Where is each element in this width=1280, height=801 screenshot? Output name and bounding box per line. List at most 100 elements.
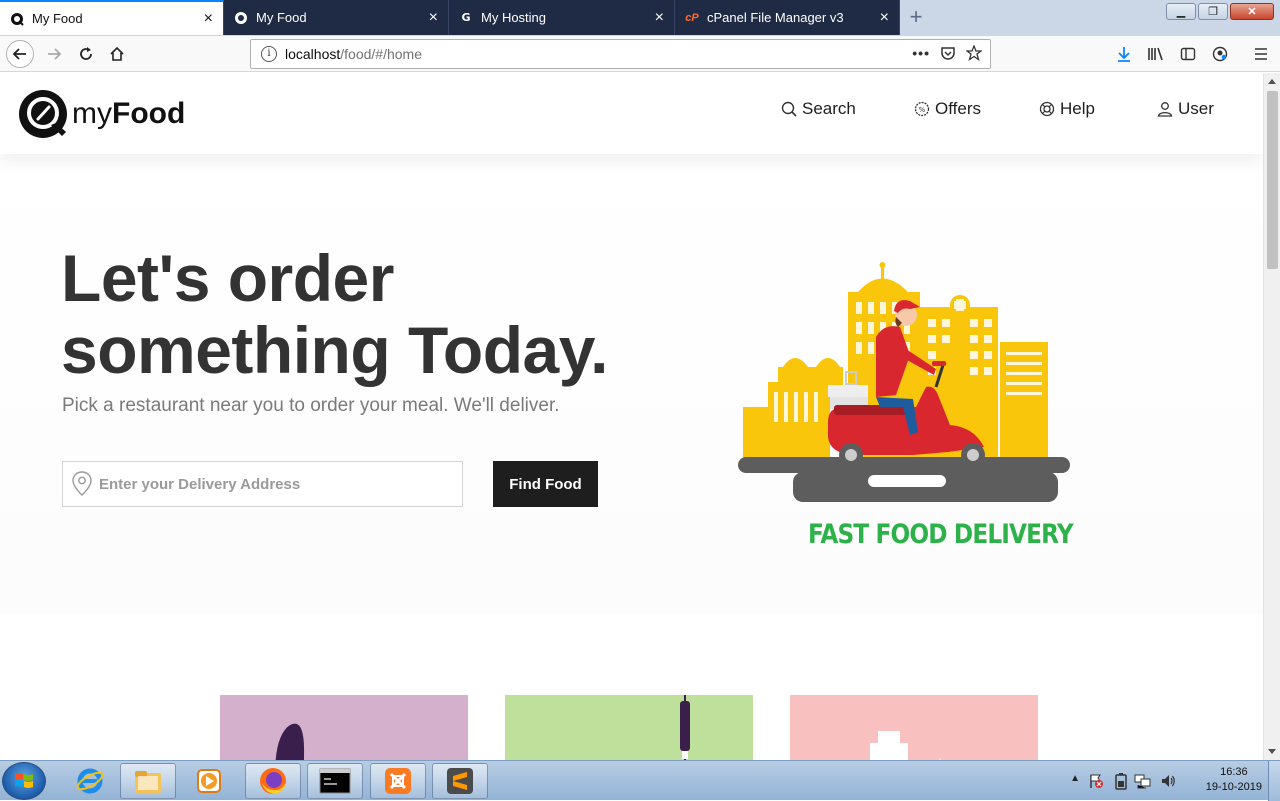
window-controls: ▁ ❐ ✕ bbox=[1166, 3, 1274, 21]
hero-section: Let's order something Today. Pick a rest… bbox=[0, 154, 1263, 614]
scroll-up-icon[interactable] bbox=[1268, 79, 1276, 84]
browser-toolbar: i localhost/food/#/home ••• bbox=[0, 36, 1280, 72]
internet-explorer-icon bbox=[76, 768, 104, 794]
taskbar-xampp[interactable] bbox=[370, 763, 426, 799]
close-window-button[interactable]: ✕ bbox=[1230, 3, 1274, 20]
location-pin-icon bbox=[72, 471, 92, 496]
site-header: myFood Search % Offers Help User bbox=[0, 73, 1263, 154]
show-hidden-icons-icon[interactable]: ▲ bbox=[1070, 773, 1080, 784]
illustration-caption: FAST FOOD DELIVERY bbox=[808, 519, 1074, 550]
nav-user-label: User bbox=[1178, 99, 1214, 118]
forward-arrow-icon bbox=[48, 48, 62, 60]
logo-light-text: my bbox=[72, 97, 112, 130]
taskbar-sublime-text[interactable] bbox=[432, 763, 488, 799]
new-tab-button[interactable]: + bbox=[903, 4, 929, 30]
home-icon bbox=[110, 46, 124, 61]
windows-taskbar: ▲ 16:36 19-10-2019 bbox=[0, 760, 1280, 801]
page-scrollbar[interactable] bbox=[1263, 73, 1280, 760]
back-button[interactable] bbox=[6, 40, 34, 68]
tab-my-hosting[interactable]: G My Hosting × bbox=[449, 0, 675, 35]
nav-help[interactable]: Help bbox=[1039, 99, 1095, 119]
taskbar-internet-explorer[interactable] bbox=[62, 763, 118, 799]
taskbar-command-prompt[interactable] bbox=[307, 763, 363, 799]
myfood-favicon-icon bbox=[234, 11, 248, 25]
cake-icon bbox=[870, 731, 941, 760]
browser-tab-strip: My Food × My Food × G My Hosting × cP cP… bbox=[0, 0, 1280, 36]
delivery-address-field[interactable] bbox=[62, 461, 463, 507]
menu-button[interactable] bbox=[1247, 40, 1275, 68]
back-arrow-icon bbox=[12, 48, 26, 60]
delivery-address-input[interactable] bbox=[99, 475, 439, 493]
tab-title: My Food bbox=[32, 11, 83, 26]
taskbar-firefox[interactable] bbox=[245, 763, 301, 799]
user-icon bbox=[1157, 102, 1173, 117]
eggplant-icon bbox=[275, 723, 305, 760]
taskbar-media-player[interactable] bbox=[181, 763, 237, 799]
download-icon bbox=[1118, 47, 1130, 62]
maximize-button[interactable]: ❐ bbox=[1198, 3, 1228, 20]
downloads-button[interactable] bbox=[1110, 40, 1138, 68]
search-icon bbox=[781, 101, 797, 117]
nav-user[interactable]: User bbox=[1157, 99, 1214, 119]
library-icon bbox=[1148, 47, 1163, 61]
headline-line-2: something Today. bbox=[61, 313, 608, 387]
sidebar-icon bbox=[1180, 47, 1196, 61]
scrollbar-thumb[interactable] bbox=[1267, 91, 1278, 269]
hamburger-menu-icon bbox=[1255, 48, 1267, 60]
reload-button[interactable] bbox=[72, 40, 100, 68]
pocket-icon[interactable] bbox=[940, 45, 956, 64]
close-tab-icon[interactable]: × bbox=[429, 9, 438, 26]
svg-text:%: % bbox=[919, 106, 926, 114]
skewer-icon bbox=[680, 695, 690, 760]
find-food-button[interactable]: Find Food bbox=[493, 461, 598, 507]
nav-search-label: Search bbox=[802, 99, 856, 118]
sidebar-button[interactable] bbox=[1174, 40, 1202, 68]
tab-cpanel[interactable]: cP cPanel File Manager v3 × bbox=[675, 0, 900, 35]
tab-my-food-active[interactable]: My Food × bbox=[0, 0, 224, 35]
sublime-text-icon bbox=[447, 768, 473, 794]
account-icon bbox=[1212, 46, 1228, 62]
url-path: /food/#/home bbox=[340, 46, 422, 62]
nav-search[interactable]: Search bbox=[781, 99, 856, 119]
nav-offers[interactable]: % Offers bbox=[914, 99, 981, 119]
food-card-3[interactable] bbox=[790, 695, 1038, 760]
page-viewport: myFood Search % Offers Help User Let's o… bbox=[0, 73, 1263, 760]
tab-title: My Hosting bbox=[481, 10, 547, 25]
logo-bold-text: Food bbox=[112, 97, 186, 130]
battery-icon[interactable] bbox=[1114, 772, 1128, 790]
lifebuoy-icon bbox=[1039, 101, 1055, 117]
show-desktop-button[interactable] bbox=[1268, 761, 1280, 801]
volume-icon[interactable] bbox=[1160, 773, 1176, 789]
minimize-button[interactable]: ▁ bbox=[1166, 3, 1196, 20]
clock-time: 16:36 bbox=[1220, 766, 1248, 778]
site-info-icon[interactable]: i bbox=[261, 46, 277, 62]
action-center-flag-icon[interactable] bbox=[1088, 773, 1104, 789]
firefox-icon bbox=[260, 768, 286, 794]
home-button[interactable] bbox=[103, 40, 131, 68]
close-tab-icon[interactable]: × bbox=[880, 9, 889, 26]
tab-my-food[interactable]: My Food × bbox=[224, 0, 449, 35]
site-logo[interactable]: myFood bbox=[18, 89, 185, 139]
start-button[interactable] bbox=[2, 762, 46, 800]
forward-button[interactable] bbox=[40, 40, 68, 68]
taskbar-file-explorer[interactable] bbox=[120, 763, 176, 799]
account-button[interactable] bbox=[1206, 40, 1234, 68]
food-card-1[interactable] bbox=[220, 695, 468, 760]
tab-title: My Food bbox=[256, 10, 307, 25]
cpanel-favicon-icon: cP bbox=[685, 11, 699, 24]
page-actions-icon[interactable]: ••• bbox=[912, 45, 930, 64]
tab-title: cPanel File Manager v3 bbox=[707, 10, 844, 25]
clock-date: 19-10-2019 bbox=[1205, 781, 1262, 793]
scroll-down-icon[interactable] bbox=[1268, 749, 1276, 754]
close-tab-icon[interactable]: × bbox=[204, 10, 213, 27]
myfood-logo-icon bbox=[19, 90, 67, 138]
bookmark-star-icon[interactable] bbox=[965, 44, 983, 64]
close-tab-icon[interactable]: × bbox=[655, 9, 664, 26]
library-button[interactable] bbox=[1142, 40, 1170, 68]
network-icon[interactable] bbox=[1134, 773, 1152, 789]
reload-icon bbox=[80, 47, 92, 60]
food-card-2[interactable] bbox=[505, 695, 753, 760]
address-bar[interactable]: i localhost/food/#/home ••• bbox=[250, 39, 991, 69]
folder-icon bbox=[135, 771, 161, 793]
taskbar-clock[interactable]: 16:36 19-10-2019 bbox=[1206, 765, 1262, 795]
